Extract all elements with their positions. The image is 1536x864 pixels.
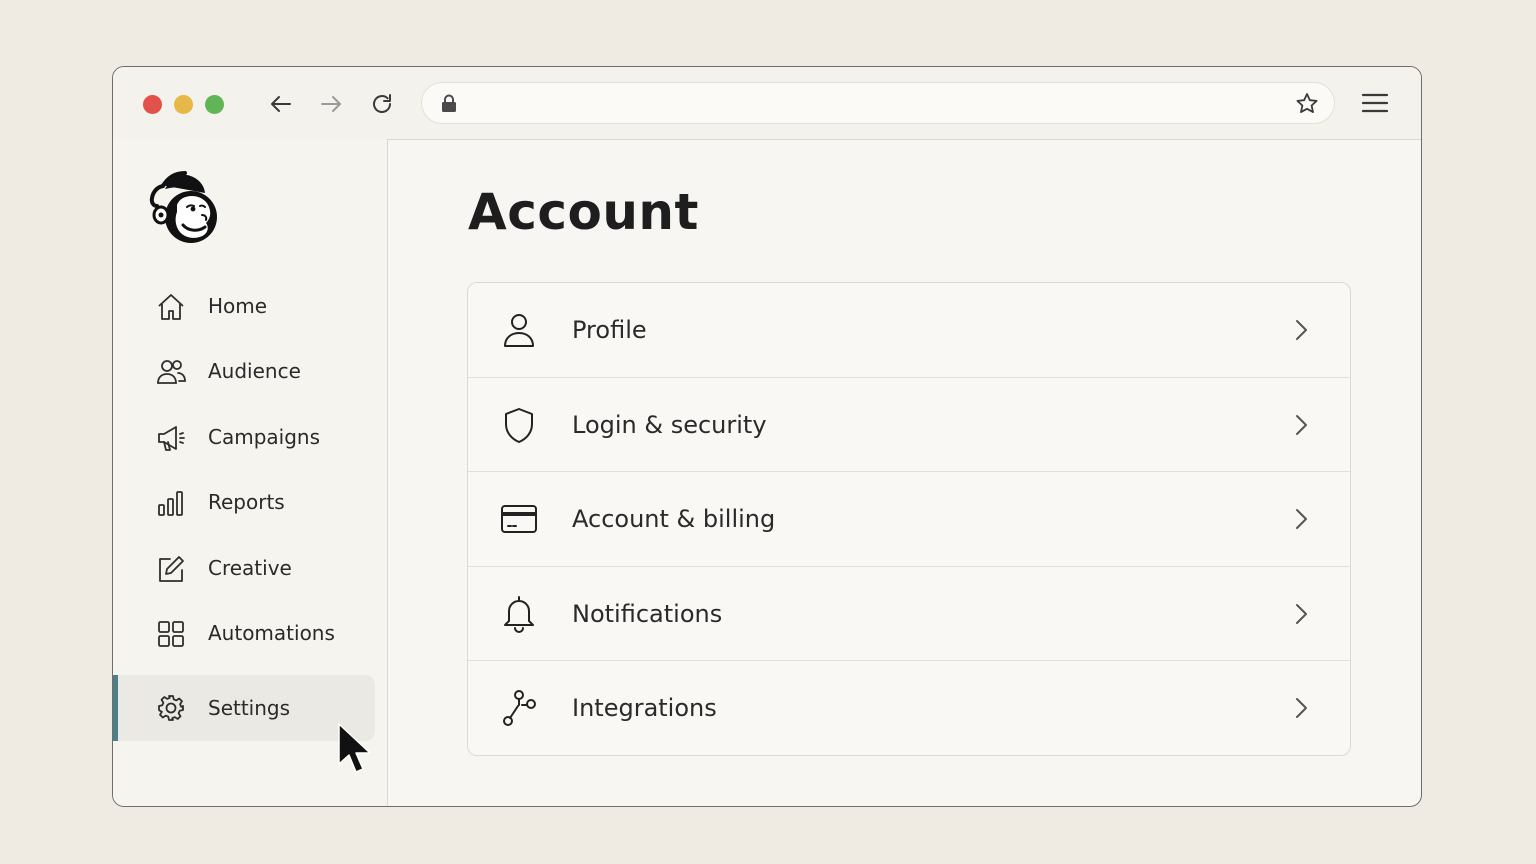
profile-row[interactable]: Profile (468, 283, 1350, 378)
browser-window: Home Audience Campaigns Reports Creative (112, 66, 1422, 807)
arrow-right-icon (321, 96, 341, 112)
grid-icon (156, 619, 186, 649)
arrow-left-icon (271, 96, 291, 112)
sidebar-item-label: Campaigns (208, 425, 321, 449)
main-content: Account Profile Login & security Account… (388, 139, 1421, 806)
home-icon (156, 292, 186, 322)
bar-chart-icon (156, 488, 186, 518)
chevron-right-icon (1296, 414, 1307, 435)
browser-toolbar (113, 67, 1421, 140)
mailchimp-logo[interactable] (147, 167, 223, 247)
chevron-right-icon (1296, 509, 1307, 529)
integrations-icon (500, 689, 538, 727)
reload-button[interactable] (369, 91, 395, 117)
notifications-row[interactable]: Notifications (468, 567, 1350, 661)
account-settings-list: Profile Login & security Account & billi… (467, 282, 1351, 756)
hamburger-menu-icon (1361, 93, 1389, 113)
sidebar-item-reports[interactable]: Reports (113, 478, 375, 526)
integrations-row[interactable]: Integrations (468, 661, 1350, 755)
row-label: Integrations (572, 694, 717, 722)
audience-icon (156, 357, 186, 387)
sidebar: Home Audience Campaigns Reports Creative (113, 139, 388, 806)
sidebar-item-label: Audience (208, 359, 301, 383)
account-billing-row[interactable]: Account & billing (468, 472, 1350, 567)
sidebar-item-home[interactable]: Home (113, 282, 375, 330)
browser-menu-button[interactable] (1361, 90, 1389, 116)
lock-icon (442, 94, 456, 112)
minimize-window-button[interactable] (174, 95, 193, 114)
row-label: Login & security (572, 410, 767, 439)
bell-icon (500, 595, 538, 633)
sidebar-item-label: Reports (208, 490, 285, 514)
sidebar-item-label: Automations (208, 621, 335, 645)
sidebar-item-settings[interactable]: Settings (113, 675, 375, 741)
chevron-right-icon (1296, 698, 1307, 718)
megaphone-icon (156, 423, 186, 453)
forward-button[interactable] (318, 91, 344, 117)
sidebar-item-automations[interactable]: Automations (113, 609, 375, 657)
user-icon (500, 311, 538, 349)
login-security-row[interactable]: Login & security (468, 378, 1350, 472)
credit-card-icon (500, 500, 538, 538)
shield-icon (500, 406, 538, 444)
sidebar-item-label: Creative (208, 556, 292, 580)
reload-icon (373, 94, 391, 113)
page-title: Account (468, 183, 699, 241)
star-icon[interactable] (1294, 91, 1320, 117)
chevron-right-icon (1296, 603, 1307, 624)
gear-icon (156, 693, 186, 723)
mouse-cursor-icon (338, 723, 371, 773)
sidebar-item-audience[interactable]: Audience (113, 347, 375, 395)
chevron-right-icon (1296, 320, 1307, 340)
address-bar[interactable] (421, 82, 1335, 124)
row-label: Account & billing (572, 505, 776, 533)
back-button[interactable] (268, 91, 294, 117)
row-label: Notifications (572, 599, 723, 628)
sidebar-item-creative[interactable]: Creative (113, 544, 375, 592)
maximize-window-button[interactable] (205, 95, 224, 114)
url-input[interactable] (472, 83, 1274, 123)
sidebar-item-campaigns[interactable]: Campaigns (113, 413, 375, 461)
sidebar-item-label: Settings (208, 696, 291, 720)
row-label: Profile (572, 316, 647, 344)
sidebar-item-label: Home (208, 294, 268, 318)
close-window-button[interactable] (143, 95, 162, 114)
edit-icon (156, 554, 186, 584)
